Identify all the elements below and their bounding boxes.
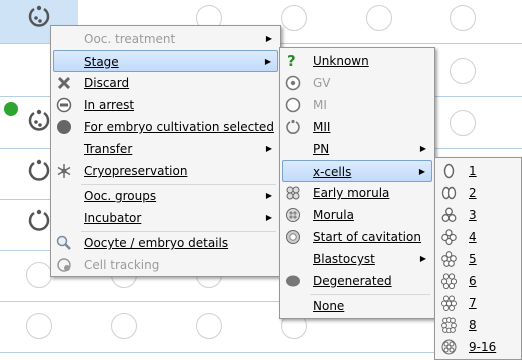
gv-icon	[285, 75, 301, 91]
cell-2-icon	[441, 186, 457, 200]
menu-item-cells-8[interactable]: 8	[437, 314, 519, 336]
context-menu-stage: ? Unknown GV MI MII PN ▶ x-cells ▶ Early…	[279, 47, 435, 319]
question-icon: ?	[287, 52, 296, 70]
menu-item-gv[interactable]: GV	[282, 72, 432, 94]
cell-9-16-icon	[441, 339, 457, 355]
submenu-arrow-icon: ▶	[265, 213, 272, 222]
mi-icon	[285, 97, 301, 113]
menu-item-unknown[interactable]: ? Unknown	[282, 50, 432, 72]
cell-3-icon	[441, 207, 457, 222]
menu-item-cells-3[interactable]: 3	[437, 204, 519, 226]
mii-oocyte-icon[interactable]	[26, 4, 52, 30]
menu-item-cells-7[interactable]: 7	[437, 292, 519, 314]
menu-item-cell-tracking[interactable]: Cell tracking	[53, 254, 278, 276]
submenu-arrow-icon: ▶	[264, 57, 271, 66]
well[interactable]	[26, 313, 52, 339]
well[interactable]	[450, 110, 476, 136]
cell-6-icon	[441, 273, 457, 289]
menu-item-cells-2[interactable]: 2	[437, 182, 519, 204]
menu-item-none[interactable]: None	[282, 295, 432, 317]
well[interactable]	[196, 313, 222, 339]
degenerated-icon	[286, 275, 300, 287]
cell-1-icon	[443, 163, 455, 179]
filled-circle-icon	[57, 120, 71, 134]
menu-item-transfer[interactable]: Transfer ▶	[53, 138, 278, 160]
context-menu-x-cells: 1 2 3 4 5 6 7 8 9-16	[434, 157, 522, 360]
context-menu-main: Ooc. treatment ▶ Stage ▶ Discard In arre…	[50, 25, 281, 277]
mii-oocyte-icon[interactable]	[26, 108, 52, 134]
well[interactable]	[281, 5, 307, 31]
cell-tracking-icon	[57, 258, 71, 272]
menu-item-cryopreservation[interactable]: Cryopreservation	[53, 160, 278, 182]
submenu-arrow-icon: ▶	[265, 144, 272, 153]
menu-item-early-morula[interactable]: Early morula	[282, 182, 432, 204]
well[interactable]	[26, 262, 52, 288]
menu-item-cells-5[interactable]: 5	[437, 248, 519, 270]
well[interactable]	[111, 313, 137, 339]
menu-item-blastocyst[interactable]: Blastocyst ▶	[282, 248, 432, 270]
cell-7-icon	[441, 295, 457, 311]
x-icon	[57, 76, 71, 90]
menu-item-cells-9-16[interactable]: 9-16	[437, 336, 519, 358]
menu-item-x-cells[interactable]: x-cells ▶	[282, 160, 432, 182]
menu-item-degenerated[interactable]: Degenerated	[282, 270, 432, 292]
early-morula-icon	[286, 186, 300, 200]
cell-4-icon	[441, 229, 457, 245]
submenu-arrow-icon: ▶	[265, 191, 272, 200]
mii-icon	[286, 119, 300, 134]
mii-oocyte-icon[interactable]	[26, 158, 52, 184]
mii-oocyte-icon[interactable]	[26, 208, 52, 234]
menu-item-stage[interactable]: Stage ▶	[53, 50, 278, 72]
menu-item-ooc-treatment[interactable]: Ooc. treatment ▶	[53, 28, 278, 50]
menu-item-pn[interactable]: PN ▶	[282, 138, 432, 160]
minus-circle-icon	[56, 97, 72, 113]
morula-icon	[286, 208, 300, 222]
cavitation-icon	[286, 230, 300, 244]
menu-item-cells-1[interactable]: 1	[437, 160, 519, 182]
menu-item-embryo-cultivation[interactable]: For embryo cultivation selected	[53, 116, 278, 138]
cell-8-icon	[441, 317, 457, 333]
menu-item-morula[interactable]: Morula	[282, 204, 432, 226]
well[interactable]	[450, 58, 476, 84]
magnifier-icon	[56, 235, 71, 250]
menu-item-discard[interactable]: Discard	[53, 72, 278, 94]
menu-item-cells-6[interactable]: 6	[437, 270, 519, 292]
menu-item-cells-4[interactable]: 4	[437, 226, 519, 248]
snowflake-icon	[57, 164, 71, 178]
submenu-arrow-icon: ▶	[419, 254, 426, 263]
submenu-arrow-icon: ▶	[419, 144, 426, 153]
well[interactable]	[450, 5, 476, 31]
cell-5-icon	[441, 251, 457, 267]
menu-item-in-arrest[interactable]: In arrest	[53, 94, 278, 116]
menu-item-start-of-cavitation[interactable]: Start of cavitation	[282, 226, 432, 248]
menu-item-incubator[interactable]: Incubator ▶	[53, 207, 278, 229]
menu-item-mi[interactable]: MI	[282, 94, 432, 116]
status-dot-green	[4, 102, 18, 116]
menu-item-ooc-groups[interactable]: Ooc. groups ▶	[53, 185, 278, 207]
submenu-arrow-icon: ▶	[418, 167, 425, 176]
submenu-arrow-icon: ▶	[265, 34, 272, 43]
well[interactable]	[366, 5, 392, 31]
menu-item-mii[interactable]: MII	[282, 116, 432, 138]
menu-item-oocyte-details[interactable]: Oocyte / embryo details	[53, 232, 278, 254]
